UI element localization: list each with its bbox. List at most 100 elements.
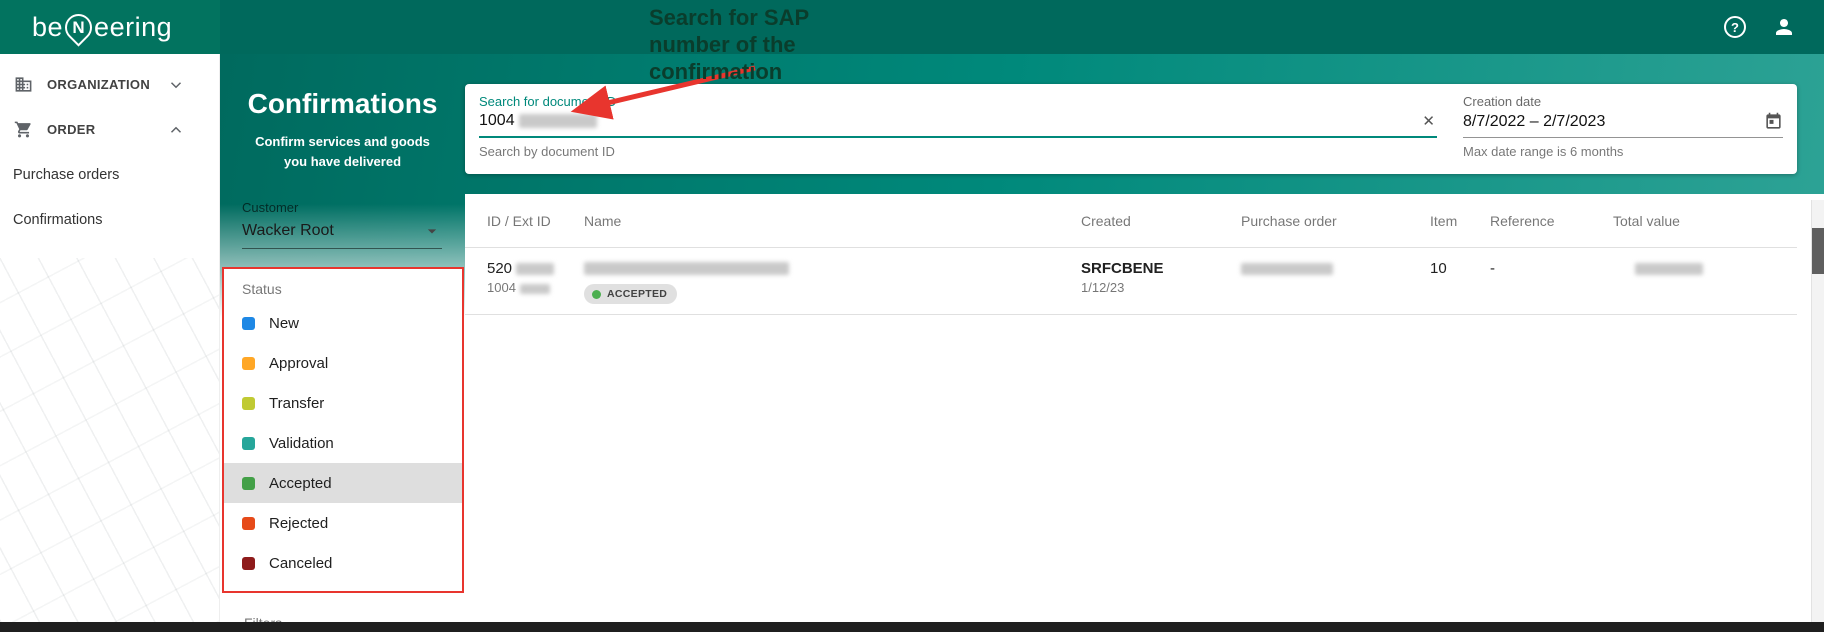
customer-select[interactable]: Wacker Root (242, 215, 442, 249)
redacted-name (584, 262, 789, 275)
annotation-line: number of the (649, 32, 809, 59)
column-header-name: Name (584, 213, 1081, 229)
date-field-label: Creation date (1463, 94, 1783, 109)
status-color-swatch (242, 317, 255, 330)
customer-field: Customer Wacker Root (242, 200, 442, 249)
column-header-id: ID / Ext ID (487, 213, 584, 229)
status-color-swatch (242, 437, 255, 450)
column-header-reference: Reference (1490, 213, 1613, 229)
status-color-swatch (242, 477, 255, 490)
sidebar-item-order[interactable]: ORDER (0, 107, 219, 152)
chevron-down-icon[interactable] (167, 76, 185, 94)
dropdown-caret-icon (422, 221, 442, 241)
annotation-callout: Search for SAP number of the confirmatio… (649, 5, 809, 85)
status-item-label: Approval (269, 355, 328, 372)
clear-search-icon[interactable]: ✕ (1420, 114, 1437, 129)
calendar-icon[interactable] (1764, 112, 1783, 131)
logo-text-prefix: be (32, 12, 63, 43)
app-logo[interactable]: be N eering (32, 12, 172, 43)
organization-icon (14, 75, 33, 94)
logo-area: be N eering (0, 0, 220, 54)
main-content: Confirmations Confirm services and goods… (220, 54, 1824, 622)
sidebar-item-confirmations[interactable]: Confirmations (0, 197, 219, 242)
sidebar-item-label: ORGANIZATION (47, 77, 150, 92)
chevron-up-icon[interactable] (167, 121, 185, 139)
creation-date-field: Creation date 8/7/2022 – 2/7/2023 Max da… (1463, 94, 1783, 166)
page-subtitle: Confirm services and goods you have deli… (247, 132, 439, 172)
page-title: Confirmations (220, 88, 465, 120)
annotation-line: confirmation (649, 59, 809, 86)
table-header-row: ID / Ext ID Name Created Purchase order … (465, 194, 1797, 248)
status-color-swatch (242, 557, 255, 570)
status-item-label: Rejected (269, 515, 328, 532)
date-range-value: 8/7/2022 – 2/7/2023 (1463, 113, 1605, 131)
sidebar-item-label: Purchase orders (13, 167, 119, 183)
status-badge-label: ACCEPTED (607, 288, 667, 300)
logo-text-suffix: eering (94, 12, 172, 43)
sidebar-item-label: Confirmations (13, 212, 102, 228)
scrollbar-thumb[interactable] (1812, 228, 1824, 274)
status-item-rejected[interactable]: Rejected (224, 503, 462, 543)
redacted-ext-id (520, 284, 550, 294)
row-item: 10 (1430, 260, 1490, 278)
status-filter-panel: Status New Approval Transfer Validation … (222, 267, 464, 593)
redacted-purchase-order (1241, 263, 1333, 275)
status-color-swatch (242, 397, 255, 410)
row-created-date: 1/12/23 (1081, 280, 1241, 296)
help-icon[interactable]: ? (1724, 16, 1746, 38)
status-item-label: Accepted (269, 475, 332, 492)
sidebar-item-label: ORDER (47, 122, 95, 137)
status-filter-title: Status (224, 281, 462, 297)
sidebar-item-organization[interactable]: ORGANIZATION (0, 62, 219, 107)
sidebar-item-purchase-orders[interactable]: Purchase orders (0, 152, 219, 197)
date-hint: Max date range is 6 months (1463, 144, 1783, 159)
search-hint: Search by document ID (479, 144, 1437, 159)
row-created-by: SRFCBENE (1081, 260, 1241, 278)
column-header-created: Created (1081, 213, 1241, 229)
status-item-approval[interactable]: Approval (224, 343, 462, 383)
status-item-label: Validation (269, 435, 334, 452)
cell-total-value (1613, 260, 1797, 304)
table-row[interactable]: 520 1004 ACCEPTED SRFCBENE 1/12/23 (465, 248, 1797, 315)
status-item-label: Transfer (269, 395, 324, 412)
status-item-canceled[interactable]: Canceled (224, 543, 462, 583)
cell-created: SRFCBENE 1/12/23 (1081, 260, 1241, 304)
column-header-total-value: Total value (1613, 213, 1797, 229)
confirmations-table: ID / Ext ID Name Created Purchase order … (465, 194, 1797, 315)
account-icon[interactable] (1772, 15, 1796, 39)
status-color-swatch (242, 357, 255, 370)
row-ext-id: 1004 (487, 280, 516, 295)
page-left-column: Confirmations Confirm services and goods… (220, 54, 465, 631)
cell-id-ext-id: 520 1004 (487, 260, 584, 304)
search-value: 1004 (479, 112, 515, 130)
row-reference: - (1490, 260, 1613, 278)
cell-purchase-order (1241, 260, 1430, 304)
cell-item: 10 (1430, 260, 1490, 304)
leaf-icon: N (59, 8, 97, 46)
customer-value: Wacker Root (242, 222, 334, 240)
status-dot-icon (592, 290, 601, 299)
vertical-scrollbar[interactable] (1811, 200, 1824, 622)
bottom-bar (0, 622, 1824, 632)
status-item-accepted[interactable]: Accepted (224, 463, 462, 503)
status-item-validation[interactable]: Validation (224, 423, 462, 463)
annotation-line: Search for SAP (649, 5, 809, 32)
sidebar: ORGANIZATION ORDER Purchase orders Confi… (0, 54, 220, 622)
redacted-total-value (1635, 263, 1703, 275)
column-header-purchase-order: Purchase order (1241, 213, 1430, 229)
redacted-id (516, 263, 554, 275)
cell-reference: - (1490, 260, 1613, 304)
status-item-label: Canceled (269, 555, 332, 572)
cart-icon (14, 120, 33, 139)
app-header: be N eering ? (0, 0, 1824, 54)
status-item-label: New (269, 315, 299, 332)
cell-name: ACCEPTED (584, 260, 1081, 304)
row-id: 520 (487, 260, 512, 277)
status-badge: ACCEPTED (584, 284, 677, 304)
status-color-swatch (242, 517, 255, 530)
status-item-new[interactable]: New (224, 303, 462, 343)
status-item-transfer[interactable]: Transfer (224, 383, 462, 423)
date-range-input[interactable]: 8/7/2022 – 2/7/2023 (1463, 112, 1783, 138)
column-header-item: Item (1430, 213, 1490, 229)
customer-label: Customer (242, 200, 442, 215)
